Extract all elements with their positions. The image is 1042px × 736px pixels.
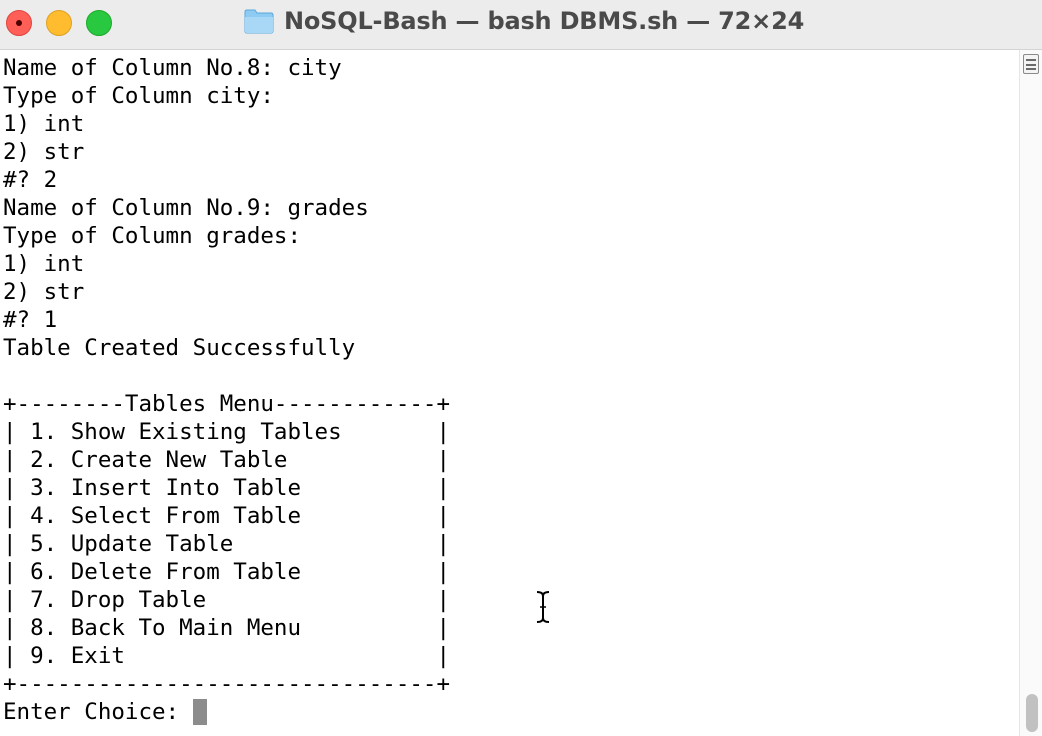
terminal-line: #? 1 [3,307,58,333]
close-button[interactable] [6,10,32,36]
terminal-line: Name of Column No.9: grades [3,195,369,221]
window-title-group: NoSQL-Bash — bash DBMS.sh — 72×24 [244,6,804,36]
terminal-line: #? 2 [3,167,58,193]
prompt-text: Enter Choice: [3,699,193,725]
terminal-line: 1) int [3,111,85,137]
menu-item: | 6. Delete From Table | [3,559,451,585]
minimize-button[interactable] [46,10,72,36]
terminal-line: Type of Column grades: [3,223,302,249]
menu-item: | 7. Drop Table | [3,587,451,613]
window-title: NoSQL-Bash — bash DBMS.sh — 72×24 [284,7,805,35]
close-icon [16,20,22,26]
terminal-line: 2) str [3,139,85,165]
menu-border-top: +--------Tables Menu------------+ [3,391,451,417]
menu-item: | 2. Create New Table | [3,447,451,473]
terminal-line: 2) str [3,279,85,305]
menu-item: | 8. Back To Main Menu | [3,615,451,641]
terminal-line: Type of Column city: [3,83,274,109]
title-bar[interactable]: NoSQL-Bash — bash DBMS.sh — 72×24 [0,0,1042,50]
menu-item: | 5. Update Table | [3,531,451,557]
prompt-line[interactable]: Enter Choice: [3,698,1013,726]
menu-item: | 3. Insert Into Table | [3,475,451,501]
terminal-line: Table Created Successfully [3,335,356,361]
ibeam-cursor-icon [536,591,550,623]
maximize-button[interactable] [86,10,112,36]
text-cursor [192,699,207,725]
scrollbar-thumb[interactable] [1026,694,1038,732]
folder-icon [244,9,274,34]
terminal-line: 1) int [3,251,85,277]
menu-item: | 9. Exit | [3,643,451,669]
menu-item: | 4. Select From Table | [3,503,451,529]
terminal-output[interactable]: Name of Column No.8: city Type of Column… [3,54,1013,736]
vertical-scrollbar[interactable] [1019,50,1042,736]
menu-item: | 1. Show Existing Tables | [3,419,451,445]
terminal-window: NoSQL-Bash — bash DBMS.sh — 72×24 Name o… [0,0,1042,736]
menu-border-bottom: +-------------------------------+ [3,671,451,697]
terminal-line: Name of Column No.8: city [3,55,342,81]
split-pane-icon[interactable] [1023,54,1039,74]
